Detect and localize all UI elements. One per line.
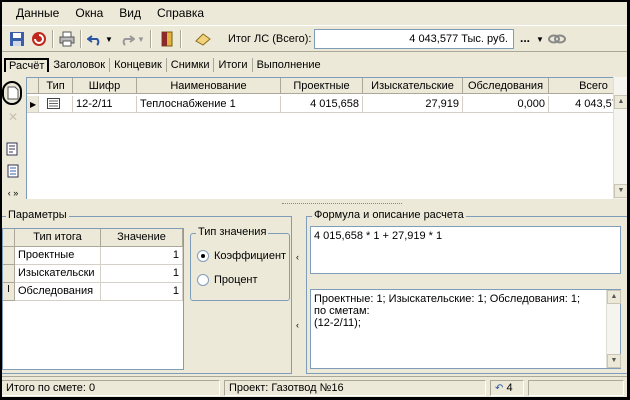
toolbar-separator [180, 30, 182, 48]
radio-percent[interactable] [197, 274, 209, 286]
radio-coefficient-label[interactable]: Коэффициент [214, 250, 286, 262]
new-document-icon[interactable] [5, 85, 21, 101]
vertical-splitter[interactable]: ‹ ‹ [294, 216, 306, 374]
param-type-design[interactable]: Проектные [15, 247, 101, 265]
more-button[interactable]: ... [520, 31, 530, 45]
scroll-up-icon[interactable]: ▲ [607, 290, 621, 304]
recalculate-icon[interactable] [30, 30, 48, 48]
tab-calculation[interactable]: Расчёт [4, 58, 50, 72]
toolbar-separator [52, 30, 54, 48]
tab-bar: Расчёт Заголовок Концевик Снимки Итоги В… [2, 56, 627, 74]
scroll-down-icon[interactable]: ▼ [607, 354, 621, 368]
properties-icon[interactable] [5, 141, 21, 157]
scroll-up-icon[interactable]: ▲ [614, 95, 627, 109]
status-empty-cell [528, 380, 624, 396]
scroll-down-icon[interactable]: ▼ [614, 184, 627, 198]
exit-door-icon[interactable] [158, 30, 176, 48]
horizontal-splitter[interactable] [2, 200, 627, 208]
value-type-group [190, 233, 290, 301]
total-label: Итог ЛС (Всего): [228, 33, 312, 45]
description-scrollbar[interactable]: ▲ ▼ [606, 290, 621, 368]
menu-view[interactable]: Вид [111, 4, 149, 22]
status-total: Итого по смете: 0 [2, 380, 220, 396]
main-window: Данные Окна Вид Справка ▼ ▼ Итог ЛС (Все… [2, 2, 627, 397]
params-table: Тип итога Значение Проектные 1 Изыскател… [2, 228, 184, 370]
radio-coefficient[interactable] [197, 250, 209, 262]
print-icon[interactable] [58, 30, 76, 48]
more-actions-icon[interactable]: ‹ » [5, 185, 21, 201]
cell-code[interactable]: 12-2/11 [73, 96, 137, 113]
more-dropdown-icon[interactable]: ▼ [536, 35, 544, 44]
row-type-icon[interactable] [39, 96, 73, 113]
redo-dropdown-icon: ▼ [137, 34, 145, 44]
menu-bar: Данные Окна Вид Справка [2, 2, 627, 24]
grid-row-header-corner [27, 78, 39, 94]
col-header-design[interactable]: Проектные [281, 78, 363, 94]
tab-execution[interactable]: Выполнение [253, 58, 325, 72]
col-header-survey[interactable]: Изыскательские [363, 78, 463, 94]
radio-percent-label[interactable]: Процент [214, 274, 258, 286]
toolbar-separator [80, 30, 82, 48]
formula-expression-field[interactable]: 4 015,658 * 1 + 27,919 * 1 [310, 226, 621, 274]
status-bar: Итого по смете: 0 Проект: Газотвод №16 ↶… [2, 376, 627, 397]
status-undo-count: ↶ 4 [490, 380, 524, 396]
tab-totals[interactable]: Итоги [214, 58, 253, 72]
param-value-design[interactable]: 1 [101, 247, 183, 265]
tab-header[interactable]: Заголовок [49, 58, 111, 72]
cell-name[interactable]: Теплоснабжение 1 [137, 96, 281, 113]
toolbar: ▼ ▼ Итог ЛС (Всего): 4 043,577 Тыс. руб.… [2, 25, 627, 52]
param-value-survey[interactable]: 1 [101, 265, 183, 283]
param-value-inspect[interactable]: 1 [101, 283, 183, 301]
menu-help[interactable]: Справка [149, 4, 212, 22]
cell-inspect[interactable]: 0,000 [463, 96, 549, 113]
menu-windows[interactable]: Окна [67, 4, 111, 22]
eraser-icon[interactable] [194, 30, 212, 48]
param-type-inspect[interactable]: Обследования [15, 283, 101, 301]
params-col-value[interactable]: Значение [101, 229, 183, 247]
undo-small-icon: ↶ [495, 383, 504, 394]
status-project: Проект: Газотвод №16 [224, 380, 486, 396]
save-icon[interactable] [8, 30, 26, 48]
menu-data[interactable]: Данные [8, 4, 67, 22]
list-icon[interactable] [5, 163, 21, 179]
grid-vertical-scrollbar[interactable]: ▲ ▼ [613, 77, 627, 199]
toolbar-separator [150, 30, 152, 48]
col-header-code[interactable]: Шифр [73, 78, 137, 94]
undo-dropdown-icon[interactable]: ▼ [104, 30, 114, 48]
redo-icon [118, 30, 136, 48]
cell-design[interactable]: 4 015,658 [281, 96, 363, 113]
formula-description-field[interactable]: Проектные: 1; Изыскательские: 1; Обследо… [310, 289, 621, 369]
collapse-left-icon[interactable]: ‹ [296, 252, 299, 262]
collapse-left-icon[interactable]: ‹ [296, 320, 299, 330]
col-header-type[interactable]: Тип [39, 78, 73, 94]
link-icon[interactable] [548, 30, 566, 48]
formula-title: Формула и описание расчета [312, 209, 466, 221]
tab-footer[interactable]: Концевик [110, 58, 167, 72]
calculation-grid: Тип Шифр Наименование Проектные Изыскате… [26, 77, 627, 199]
cell-survey[interactable]: 27,919 [363, 96, 463, 113]
param-type-survey[interactable]: Изыскательски [15, 265, 101, 283]
text-cursor-icon: I [3, 283, 15, 301]
undo-icon[interactable] [86, 30, 104, 48]
col-header-inspect[interactable]: Обследования [463, 78, 549, 94]
delete-icon: ✕ [7, 110, 19, 124]
row-selector-arrow-icon[interactable]: ▶ [27, 96, 39, 113]
tab-snapshots[interactable]: Снимки [167, 58, 215, 72]
total-value-field: 4 043,577 Тыс. руб. [314, 29, 514, 49]
col-header-name[interactable]: Наименование [137, 78, 281, 94]
params-col-type[interactable]: Тип итога [15, 229, 101, 247]
status-count-value: 4 [506, 382, 513, 394]
value-type-title: Тип значения [196, 226, 269, 238]
params-title: Параметры [6, 209, 69, 221]
